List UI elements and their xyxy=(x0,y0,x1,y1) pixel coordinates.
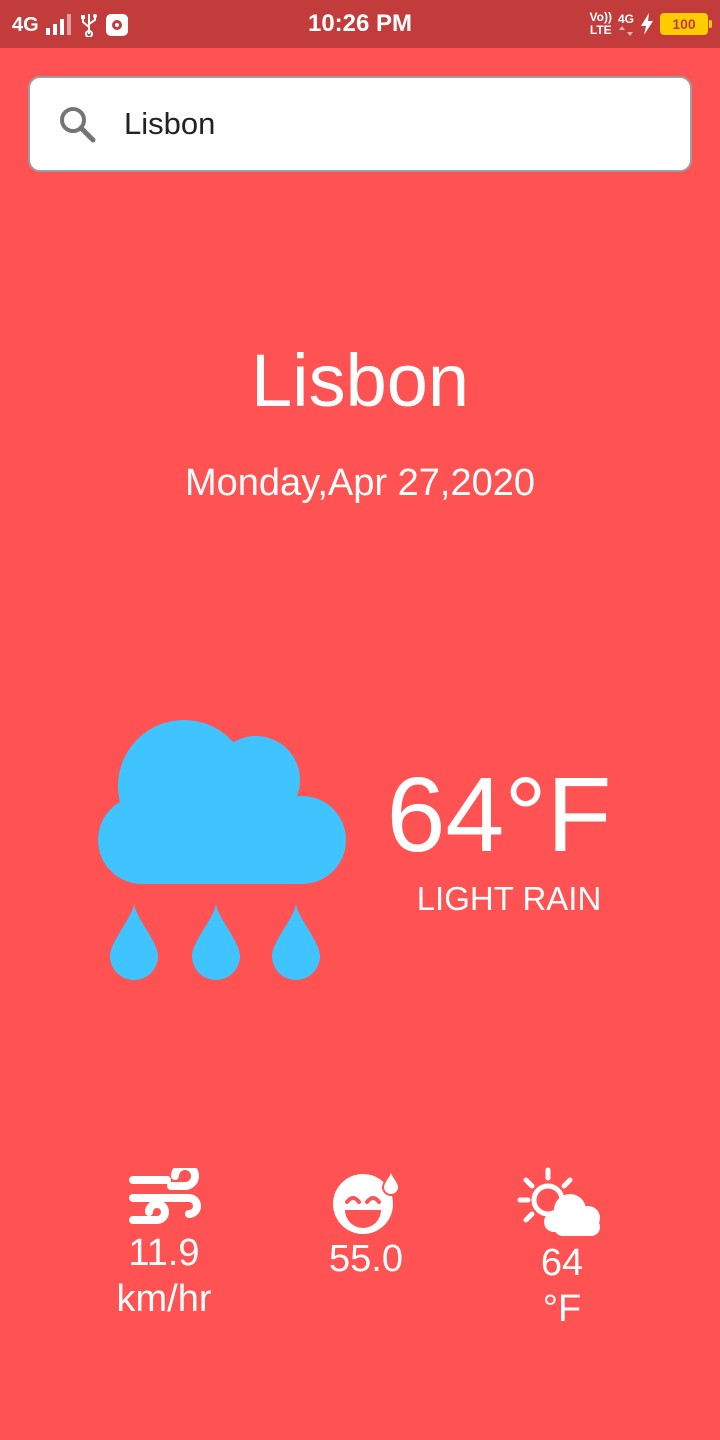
wind-icon xyxy=(129,1168,201,1224)
cloud-rain-icon xyxy=(98,720,346,980)
wind-speed-unit: km/hr xyxy=(116,1278,212,1320)
city-name: Lisbon xyxy=(250,339,470,422)
battery-level: 100 xyxy=(672,16,696,32)
wind-speed-value: 11.9 xyxy=(128,1232,200,1274)
current-date: Monday,Apr 27,2020 xyxy=(185,462,535,504)
feels-like-value: 64 xyxy=(540,1242,584,1284)
feels-like-stat: 64 °F xyxy=(482,1166,642,1332)
search-icon[interactable] xyxy=(58,105,96,143)
search-input[interactable] xyxy=(124,98,664,150)
data-arrows-icon xyxy=(618,25,633,36)
humidity-value: 55.0 xyxy=(329,1238,403,1280)
weather-condition: LIGHT RAIN xyxy=(416,880,602,917)
humidity-stat: 55.0 xyxy=(286,1168,446,1282)
partly-sunny-icon xyxy=(517,1167,600,1236)
wind-stat: 11.9 km/hr xyxy=(84,1168,244,1322)
status-right: Vo)) LTE 4G 100 xyxy=(590,8,712,40)
status-bar: 4G 10:26 PM Vo)) LTE 4G 100 xyxy=(0,0,720,48)
network-type-right-label: 4G xyxy=(617,11,634,26)
feels-like-unit: °F xyxy=(542,1288,582,1330)
battery-indicator: 100 xyxy=(660,13,712,35)
search-bar[interactable] xyxy=(28,76,692,172)
sweat-smile-icon xyxy=(333,1169,401,1234)
mobile-data-indicator: 4G xyxy=(617,11,634,36)
volte-indicator: Vo)) LTE xyxy=(590,11,612,37)
charging-bolt-icon xyxy=(641,13,653,35)
lte-label: LTE xyxy=(589,23,612,37)
current-temperature: 64°F xyxy=(386,756,612,874)
